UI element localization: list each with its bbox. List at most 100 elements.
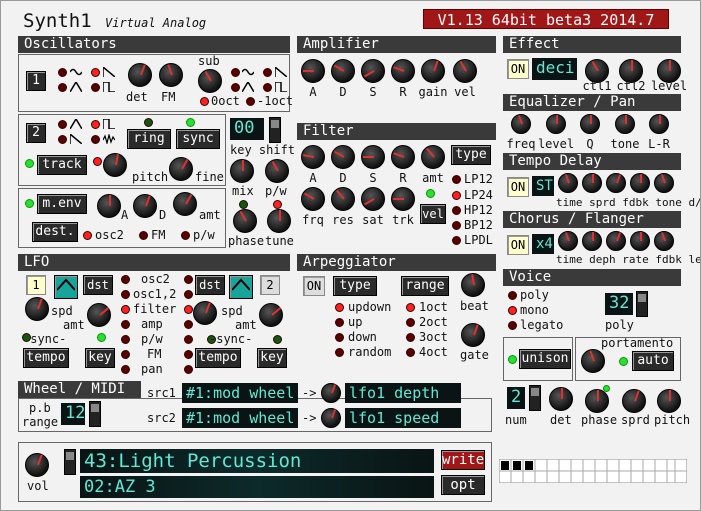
src1-depth-knob[interactable] (321, 383, 341, 403)
chorus-time-knob[interactable] (558, 231, 578, 251)
arp-beat-knob[interactable] (461, 273, 485, 297)
lfo1-dst-button[interactable]: dst (83, 275, 113, 295)
amp-sustain-knob[interactable] (361, 59, 385, 83)
arp-updown-led[interactable] (335, 303, 344, 312)
fm-knob[interactable] (159, 63, 183, 87)
effect-on-button[interactable]: ON (507, 59, 529, 79)
lfo-dst-osc2-led[interactable] (121, 275, 130, 284)
pw-knob[interactable] (265, 159, 289, 183)
osc2-tri-led[interactable] (58, 120, 67, 129)
lfo1-amt-knob[interactable] (87, 303, 111, 327)
sub-square-led[interactable] (263, 83, 272, 92)
chorus-levl-knob[interactable] (654, 231, 674, 251)
mini-keyboard[interactable] (499, 459, 687, 483)
arp-down-led[interactable] (335, 333, 344, 342)
mix-knob[interactable] (230, 159, 254, 183)
amp-release-knob[interactable] (391, 59, 415, 83)
fine-knob[interactable] (169, 157, 193, 181)
osc1-saw-led[interactable] (91, 68, 100, 77)
eq-lr-knob[interactable] (649, 114, 669, 134)
filter-hp12-led[interactable] (452, 206, 461, 215)
chorus-fdbk-knob[interactable] (630, 231, 650, 251)
lfo-dst-pw-led[interactable] (121, 335, 130, 344)
lfo-dst-amp-led[interactable] (121, 320, 130, 329)
osc2-noise-led[interactable] (91, 135, 100, 144)
menv-amt-knob[interactable] (173, 192, 197, 216)
phase-knob[interactable] (233, 209, 257, 233)
ring-button[interactable]: ring (127, 129, 171, 149)
src2-depth-knob[interactable] (321, 408, 341, 428)
delay-fdbk-knob[interactable] (606, 173, 626, 193)
arp-2oct-led[interactable] (406, 318, 415, 327)
filter-vel-button[interactable]: vel (420, 204, 446, 224)
delay-dw-knob[interactable] (654, 173, 674, 193)
filter-decay-knob[interactable] (331, 145, 355, 169)
sub-sine-led[interactable] (231, 68, 240, 77)
filter-bp12-led[interactable] (452, 221, 461, 230)
osc1-sine-led[interactable] (58, 68, 67, 77)
lfo2-dst-fm-led[interactable] (184, 350, 193, 359)
lfo-dst-osc12-led[interactable] (121, 290, 130, 299)
eq-freq-knob[interactable] (511, 114, 531, 134)
unison-button[interactable]: unison (519, 349, 571, 369)
lfo-dst-filter-led[interactable] (121, 305, 130, 314)
voice-mono-led[interactable] (508, 306, 517, 315)
filter-lpdl-led[interactable] (452, 236, 461, 245)
arp-3oct-led[interactable] (406, 333, 415, 342)
lfo2-dst-pan-led[interactable] (184, 365, 193, 374)
filter-trk-knob[interactable] (391, 187, 415, 211)
tune-knob[interactable] (267, 209, 291, 233)
sync-button[interactable]: sync (176, 129, 220, 149)
menv-button[interactable]: m.env (37, 194, 87, 214)
menv-attack-knob[interactable] (97, 194, 121, 218)
eq-q-knob[interactable] (580, 114, 600, 134)
opt-button[interactable]: opt (441, 475, 485, 495)
lfo2-dst-filter-led[interactable] (184, 305, 193, 314)
chorus-rate-knob[interactable] (606, 231, 626, 251)
delay-time-knob[interactable] (558, 173, 578, 193)
arp-on-button[interactable]: ON (303, 276, 325, 296)
det-knob[interactable] (128, 63, 152, 87)
arp-type-button[interactable]: type (333, 276, 377, 296)
key-shift-spinner[interactable] (269, 117, 281, 143)
effect-type-display[interactable]: deci. (532, 58, 577, 80)
sub-m1oct-led[interactable] (246, 97, 255, 106)
sub-saw-led[interactable] (263, 68, 272, 77)
unison-pitch-knob[interactable] (657, 389, 681, 413)
lfo2-speed-knob[interactable] (193, 301, 217, 325)
osc1-button[interactable]: 1 (26, 71, 46, 91)
voice-poly-spinner[interactable] (636, 291, 648, 317)
amp-vel-knob[interactable] (453, 59, 477, 83)
track-button[interactable]: track (37, 155, 87, 175)
voice-poly-led[interactable] (508, 291, 517, 300)
dest-pw-led[interactable] (181, 231, 190, 240)
osc2-saw-led[interactable] (58, 135, 67, 144)
lfo2-tempo-button[interactable]: tempo (195, 348, 241, 368)
patch-name-display[interactable]: 43:Light Percussion (80, 449, 434, 473)
lfo2-dst-amp-led[interactable] (184, 320, 193, 329)
lfo2-amt-knob[interactable] (259, 303, 283, 327)
amp-gain-knob[interactable] (421, 59, 445, 83)
filter-type-button[interactable]: type (451, 145, 491, 165)
dest-fm-led[interactable] (139, 231, 148, 240)
lfo1-wave-button[interactable] (54, 275, 78, 299)
filter-attack-knob[interactable] (301, 145, 325, 169)
portamento-knob[interactable] (581, 349, 605, 373)
unison-phase-knob[interactable] (585, 389, 609, 413)
filter-lp12-led[interactable] (452, 175, 461, 184)
filter-sat-knob[interactable] (361, 187, 385, 211)
unison-sprd-knob[interactable] (622, 389, 646, 413)
sub-tri-led[interactable] (231, 83, 240, 92)
unison-det-knob[interactable] (549, 387, 573, 411)
menv-decay-knob[interactable] (133, 194, 157, 218)
filter-release-knob[interactable] (391, 145, 415, 169)
osc2-square-led[interactable] (91, 120, 100, 129)
filter-lp24-led[interactable] (452, 191, 461, 200)
portamento-auto-button[interactable]: auto (632, 351, 674, 371)
arp-4oct-led[interactable] (406, 348, 415, 357)
filter-freq-knob[interactable] (301, 187, 325, 211)
delay-on-button[interactable]: ON (507, 177, 529, 197)
arp-up-led[interactable] (335, 318, 344, 327)
dst2-display[interactable]: lfo1 speed (345, 408, 461, 428)
lfo2-dst-osc2-led[interactable] (184, 275, 193, 284)
